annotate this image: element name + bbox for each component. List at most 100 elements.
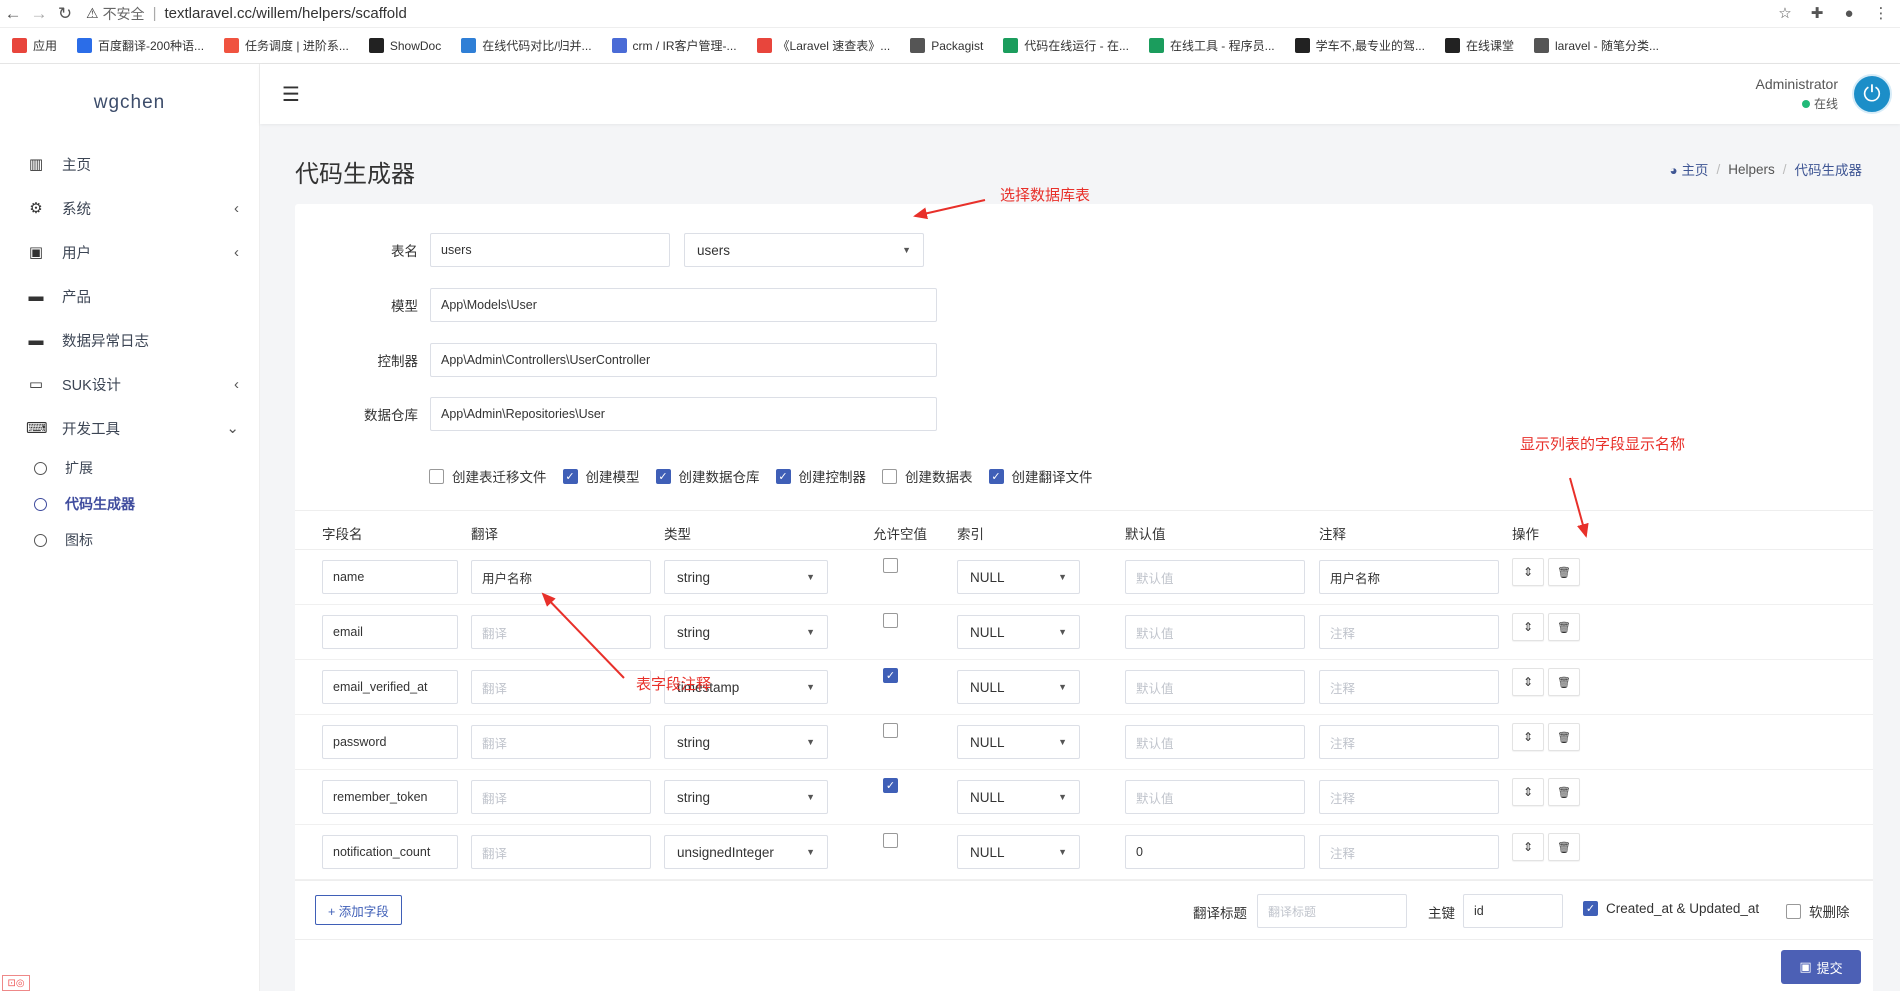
- index-select[interactable]: NULL ▼: [957, 670, 1080, 704]
- sort-icon[interactable]: ⇕: [1512, 778, 1544, 806]
- brand-logo[interactable]: wgchen: [0, 64, 259, 142]
- nullable-checkbox[interactable]: [883, 613, 898, 628]
- sidebar-item-1[interactable]: ⚙ 系统 ‹: [0, 186, 259, 230]
- index-select[interactable]: NULL ▼: [957, 615, 1080, 649]
- forward-icon[interactable]: →: [26, 1, 52, 27]
- model-input[interactable]: App\Models\User: [430, 288, 937, 322]
- sort-icon[interactable]: ⇕: [1512, 668, 1544, 696]
- translate-input[interactable]: 翻译: [471, 670, 651, 704]
- trash-icon[interactable]: 🗑: [1548, 833, 1580, 861]
- translate-input[interactable]: 翻译: [471, 615, 651, 649]
- sidebar-subitem-2[interactable]: 图标: [0, 522, 259, 558]
- bookmark-1[interactable]: 百度翻译-200种语...: [77, 37, 204, 54]
- comment-input[interactable]: 注释: [1319, 615, 1499, 649]
- sidebar-item-4[interactable]: ▬ 数据异常日志: [0, 318, 259, 362]
- option-checkbox-3[interactable]: ✓ 创建控制器: [775, 466, 866, 486]
- type-select[interactable]: string ▼: [664, 725, 828, 759]
- field-name-input[interactable]: name: [322, 560, 458, 594]
- field-name-input[interactable]: password: [322, 725, 458, 759]
- bookmark-8[interactable]: 代码在线运行 - 在...: [1003, 37, 1129, 54]
- translate-input[interactable]: 用户名称: [471, 560, 651, 594]
- sidebar-item-3[interactable]: ▬ 产品: [0, 274, 259, 318]
- breadcrumb-helpers[interactable]: Helpers: [1728, 162, 1775, 177]
- nullable-checkbox[interactable]: ✓: [883, 668, 898, 683]
- menu-toggle-icon[interactable]: ☰: [282, 82, 300, 107]
- translate-input[interactable]: 翻译: [471, 725, 651, 759]
- bookmark-12[interactable]: laravel - 随笔分类...: [1533, 37, 1659, 54]
- sidebar-item-0[interactable]: ▥ 主页: [0, 142, 259, 186]
- bookmark-0[interactable]: 应用: [12, 37, 57, 54]
- table-name-input[interactable]: users: [430, 233, 670, 267]
- bookmark-11[interactable]: 在线课堂: [1444, 37, 1514, 54]
- index-select[interactable]: NULL ▼: [957, 560, 1080, 594]
- trash-icon[interactable]: 🗑: [1548, 778, 1580, 806]
- nullable-checkbox[interactable]: [883, 558, 898, 573]
- sort-icon[interactable]: ⇕: [1512, 723, 1544, 751]
- bookmark-5[interactable]: crm / IR客户管理-...: [611, 37, 737, 54]
- comment-input[interactable]: 用户名称: [1319, 560, 1499, 594]
- sort-icon[interactable]: ⇕: [1512, 613, 1544, 641]
- option-checkbox-5[interactable]: ✓ 创建翻译文件: [988, 466, 1093, 486]
- default-input[interactable]: 0: [1125, 835, 1305, 869]
- primary-key-input[interactable]: id: [1463, 894, 1563, 928]
- default-input[interactable]: 默认值: [1125, 615, 1305, 649]
- trash-icon[interactable]: 🗑: [1548, 613, 1580, 641]
- reload-icon[interactable]: ↻: [52, 1, 78, 27]
- field-name-input[interactable]: remember_token: [322, 780, 458, 814]
- avatar[interactable]: ⏻: [1852, 74, 1892, 114]
- comment-input[interactable]: 注释: [1319, 835, 1499, 869]
- bookmark-6[interactable]: 《Laravel 速查表》...: [756, 37, 890, 54]
- address-bar[interactable]: ⚠ 不安全 | textlaravel.cc/willem/helpers/sc…: [86, 2, 1736, 26]
- translate-input[interactable]: 翻译: [471, 835, 651, 869]
- field-name-input[interactable]: email_verified_at: [322, 670, 458, 704]
- trash-icon[interactable]: 🗑: [1548, 558, 1580, 586]
- timestamps-checkbox[interactable]: ✓ Created_at & Updated_at: [1583, 901, 1759, 916]
- sidebar-item-5[interactable]: ▭ SUK设计 ‹: [0, 362, 259, 406]
- default-input[interactable]: 默认值: [1125, 725, 1305, 759]
- comment-input[interactable]: 注释: [1319, 670, 1499, 704]
- extensions-icon[interactable]: ✚: [1806, 2, 1828, 24]
- default-input[interactable]: 默认值: [1125, 560, 1305, 594]
- nullable-checkbox[interactable]: [883, 833, 898, 848]
- submit-button[interactable]: ▣ 提交: [1781, 950, 1861, 984]
- type-select[interactable]: string ▼: [664, 780, 828, 814]
- option-checkbox-1[interactable]: ✓ 创建模型: [562, 466, 640, 486]
- sidebar-item-6[interactable]: ⌨ 开发工具 ⌄: [0, 406, 259, 450]
- index-select[interactable]: NULL ▼: [957, 725, 1080, 759]
- nullable-checkbox[interactable]: ✓: [883, 778, 898, 793]
- type-select[interactable]: string ▼: [664, 615, 828, 649]
- translate-title-input[interactable]: 翻译标题: [1257, 894, 1407, 928]
- bookmark-10[interactable]: 学车不,最专业的驾...: [1294, 37, 1425, 54]
- trash-icon[interactable]: 🗑: [1548, 723, 1580, 751]
- index-select[interactable]: NULL ▼: [957, 780, 1080, 814]
- bookmark-4[interactable]: 在线代码对比/归并...: [461, 37, 592, 54]
- option-checkbox-0[interactable]: 创建表迁移文件: [429, 466, 547, 486]
- option-checkbox-4[interactable]: 创建数据表: [882, 466, 973, 486]
- nullable-checkbox[interactable]: [883, 723, 898, 738]
- sidebar-subitem-1[interactable]: 代码生成器: [0, 486, 259, 522]
- comment-input[interactable]: 注释: [1319, 725, 1499, 759]
- comment-input[interactable]: 注释: [1319, 780, 1499, 814]
- repository-input[interactable]: App\Admin\Repositories\User: [430, 397, 937, 431]
- table-select[interactable]: users ▼: [684, 233, 924, 267]
- bookmark-3[interactable]: ShowDoc: [368, 38, 441, 53]
- field-name-input[interactable]: email: [322, 615, 458, 649]
- default-input[interactable]: 默认值: [1125, 780, 1305, 814]
- trash-icon[interactable]: 🗑: [1548, 668, 1580, 696]
- back-icon[interactable]: ←: [0, 1, 26, 27]
- profile-icon[interactable]: ●: [1838, 2, 1860, 24]
- controller-input[interactable]: App\Admin\Controllers\UserController: [430, 343, 937, 377]
- sidebar-subitem-0[interactable]: 扩展: [0, 450, 259, 486]
- sidebar-item-2[interactable]: ▣ 用户 ‹: [0, 230, 259, 274]
- type-select[interactable]: unsignedInteger ▼: [664, 835, 828, 869]
- add-field-button[interactable]: + 添加字段: [315, 895, 402, 925]
- bookmark-7[interactable]: Packagist: [910, 38, 983, 53]
- breadcrumb-home[interactable]: ◕ 主页: [1670, 159, 1709, 179]
- field-name-input[interactable]: notification_count: [322, 835, 458, 869]
- bookmark-2[interactable]: 任务调度 | 进阶系...: [224, 37, 349, 54]
- sort-icon[interactable]: ⇕: [1512, 833, 1544, 861]
- default-input[interactable]: 默认值: [1125, 670, 1305, 704]
- translate-input[interactable]: 翻译: [471, 780, 651, 814]
- more-icon[interactable]: ⋮: [1870, 2, 1892, 24]
- bookmark-9[interactable]: 在线工具 - 程序员...: [1148, 37, 1275, 54]
